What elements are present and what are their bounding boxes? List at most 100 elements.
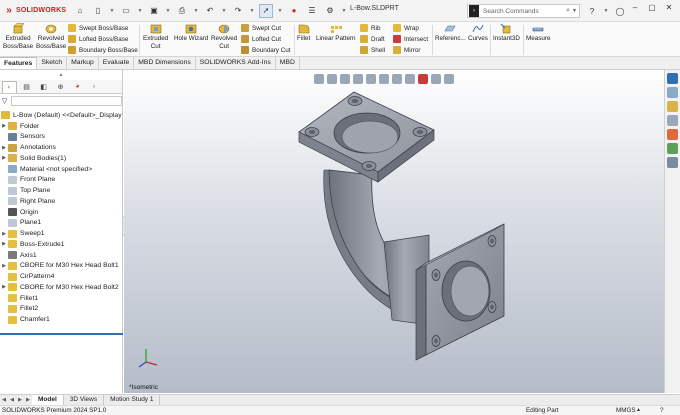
property-manager-tab-icon[interactable]: ▤ bbox=[19, 81, 34, 93]
measure-button[interactable]: Measure bbox=[526, 23, 551, 43]
tree-root-part[interactable]: L-Bow (Default) <<Default>_Display bbox=[0, 110, 122, 121]
file-explorer-icon[interactable] bbox=[667, 101, 678, 112]
tab-model[interactable]: Model bbox=[32, 395, 64, 405]
feature-manager-tab-icon[interactable]: ◐ bbox=[2, 80, 17, 93]
home-icon[interactable]: ⌂ bbox=[73, 4, 87, 18]
tree-item[interactable]: Plane1 bbox=[0, 218, 122, 229]
tree-item[interactable]: CirPattern4 bbox=[0, 271, 122, 282]
tree-item[interactable]: Origin bbox=[0, 207, 122, 218]
more-tabs-icon[interactable]: › bbox=[93, 84, 95, 90]
user-icon[interactable]: ◯ bbox=[614, 4, 626, 18]
extruded-boss-button[interactable]: Extruded Boss/Base bbox=[3, 23, 33, 50]
help-status-icon[interactable]: ? bbox=[660, 407, 664, 414]
panel-expand-icon[interactable]: ▲ bbox=[0, 70, 122, 80]
tab-features[interactable]: Features bbox=[0, 57, 38, 69]
swept-boss-button[interactable]: Swept Boss/Base bbox=[68, 24, 128, 32]
tree-item[interactable]: ▶ Annotations bbox=[0, 142, 122, 153]
revolved-cut-button[interactable]: Revolved Cut bbox=[211, 23, 237, 50]
search-mode-icon[interactable]: › bbox=[469, 5, 479, 17]
tab-sketch[interactable]: Sketch bbox=[37, 57, 68, 69]
next-tab-icon[interactable]: ▶ bbox=[16, 397, 24, 403]
expand-arrow-icon[interactable]: ▶ bbox=[0, 145, 8, 151]
tree-item[interactable]: ▶ Solid Bodies(1) bbox=[0, 153, 122, 164]
file-properties-icon[interactable]: ☰ bbox=[305, 4, 319, 18]
first-tab-icon[interactable]: ◀ bbox=[0, 397, 8, 403]
tree-item[interactable]: Fillet2 bbox=[0, 304, 122, 315]
solidworks-resources-icon[interactable] bbox=[667, 73, 678, 84]
open-icon[interactable]: ▭ bbox=[119, 4, 133, 18]
tree-item[interactable]: Fillet1 bbox=[0, 293, 122, 304]
tab-motion-study-1[interactable]: Motion Study 1 bbox=[104, 395, 161, 405]
tree-item[interactable]: ▶ Folder bbox=[0, 121, 122, 132]
options-dropdown-icon[interactable]: ▼ bbox=[341, 4, 347, 18]
forum-icon[interactable] bbox=[667, 157, 678, 168]
search-commands-box[interactable]: › Search Commands ⌕ ▼ bbox=[467, 4, 580, 18]
lofted-cut-button[interactable]: Lofted Cut bbox=[241, 35, 281, 43]
tree-item[interactable]: ▶ Sweep1 bbox=[0, 228, 122, 239]
expand-arrow-icon[interactable]: ▶ bbox=[0, 231, 8, 237]
help-icon[interactable]: ? bbox=[586, 4, 598, 18]
close-icon[interactable]: ✕ bbox=[662, 3, 676, 12]
restore-icon[interactable]: ▢ bbox=[645, 3, 659, 12]
fillet-button[interactable]: Fillet bbox=[297, 23, 310, 43]
hole-wizard-button[interactable]: Hole Wizard bbox=[174, 23, 208, 43]
tree-item[interactable]: ▶ CBORE for M30 Hex Head Bolt1 bbox=[0, 261, 122, 272]
revolved-boss-button[interactable]: Revolved Boss/Base bbox=[36, 23, 66, 50]
display-manager-tab-icon[interactable]: ◕ bbox=[70, 81, 85, 93]
search-icon[interactable]: ⌕ bbox=[566, 7, 570, 15]
intersect-button[interactable]: Intersect bbox=[393, 35, 428, 43]
reference-geometry-button[interactable]: Referenc... bbox=[435, 23, 466, 43]
dimxpert-manager-tab-icon[interactable]: ⊕ bbox=[53, 81, 68, 93]
select-cursor-icon[interactable]: ➚ bbox=[259, 3, 273, 18]
curves-button[interactable]: Curves bbox=[468, 23, 488, 43]
new-dropdown-icon[interactable]: ▼ bbox=[109, 4, 115, 18]
tree-item[interactable]: Right Plane bbox=[0, 196, 122, 207]
tree-item[interactable]: Material <not specified> bbox=[0, 164, 122, 175]
open-dropdown-icon[interactable]: ▼ bbox=[137, 4, 143, 18]
lofted-boss-button[interactable]: Lofted Boss/Base bbox=[68, 35, 128, 43]
filter-input[interactable] bbox=[10, 96, 122, 106]
tree-item[interactable]: Axis1 bbox=[0, 250, 122, 261]
expand-arrow-icon[interactable]: ▶ bbox=[0, 241, 8, 247]
tree-item[interactable]: ▶ CBORE for M30 Hex Head Bolt2 bbox=[0, 282, 122, 293]
tree-item[interactable]: Chamfer1 bbox=[0, 314, 122, 325]
expand-arrow-icon[interactable]: ▶ bbox=[0, 263, 8, 269]
tab-3d-views[interactable]: 3D Views bbox=[64, 395, 105, 405]
options-gear-icon[interactable]: ⚙ bbox=[323, 4, 337, 18]
tree-item[interactable]: Sensors bbox=[0, 132, 122, 143]
configuration-manager-tab-icon[interactable]: ◧ bbox=[36, 81, 51, 93]
traffic-light-icon[interactable]: ● bbox=[287, 4, 301, 18]
graphics-area[interactable]: *Isometric bbox=[124, 70, 664, 393]
units-dropdown-icon[interactable]: ▲ bbox=[636, 407, 641, 413]
undo-dropdown-icon[interactable]: ▼ bbox=[221, 4, 227, 18]
rib-button[interactable]: Rib bbox=[360, 24, 380, 32]
expand-arrow-icon[interactable]: ▶ bbox=[0, 123, 8, 129]
status-units[interactable]: MMGS bbox=[616, 407, 636, 414]
expand-arrow-icon[interactable]: ▶ bbox=[0, 155, 8, 161]
instant3d-button[interactable]: Instant3D bbox=[493, 23, 520, 43]
print-icon[interactable]: ⎙ bbox=[175, 4, 189, 18]
tab-solidworks-addins[interactable]: SOLIDWORKS Add-Ins bbox=[196, 57, 276, 69]
search-dropdown-icon[interactable]: ▼ bbox=[572, 8, 577, 14]
appearances-icon[interactable] bbox=[667, 129, 678, 140]
wrap-button[interactable]: Wrap bbox=[393, 24, 419, 32]
tab-markup[interactable]: Markup bbox=[67, 57, 99, 69]
linear-pattern-button[interactable]: Linear Pattern bbox=[316, 23, 356, 43]
tree-item[interactable]: Front Plane bbox=[0, 175, 122, 186]
help-dropdown-icon[interactable]: ▼ bbox=[600, 4, 612, 18]
design-library-icon[interactable] bbox=[667, 87, 678, 98]
l-bow-model[interactable] bbox=[124, 70, 664, 393]
tab-evaluate[interactable]: Evaluate bbox=[99, 57, 135, 69]
last-tab-icon[interactable]: ▶ bbox=[24, 397, 32, 403]
select-dropdown-icon[interactable]: ▼ bbox=[277, 4, 283, 18]
tree-item[interactable]: Top Plane bbox=[0, 185, 122, 196]
custom-properties-icon[interactable] bbox=[667, 143, 678, 154]
draft-button[interactable]: Draft bbox=[360, 35, 385, 43]
undo-icon[interactable]: ↶ bbox=[203, 4, 217, 18]
extruded-cut-button[interactable]: Extruded Cut bbox=[143, 23, 168, 50]
save-dropdown-icon[interactable]: ▼ bbox=[165, 4, 171, 18]
mirror-button[interactable]: Mirror bbox=[393, 46, 420, 54]
solidworks-logo[interactable]: » SOLIDWORKS bbox=[3, 5, 71, 17]
print-dropdown-icon[interactable]: ▼ bbox=[193, 4, 199, 18]
redo-dropdown-icon[interactable]: ▼ bbox=[249, 4, 255, 18]
